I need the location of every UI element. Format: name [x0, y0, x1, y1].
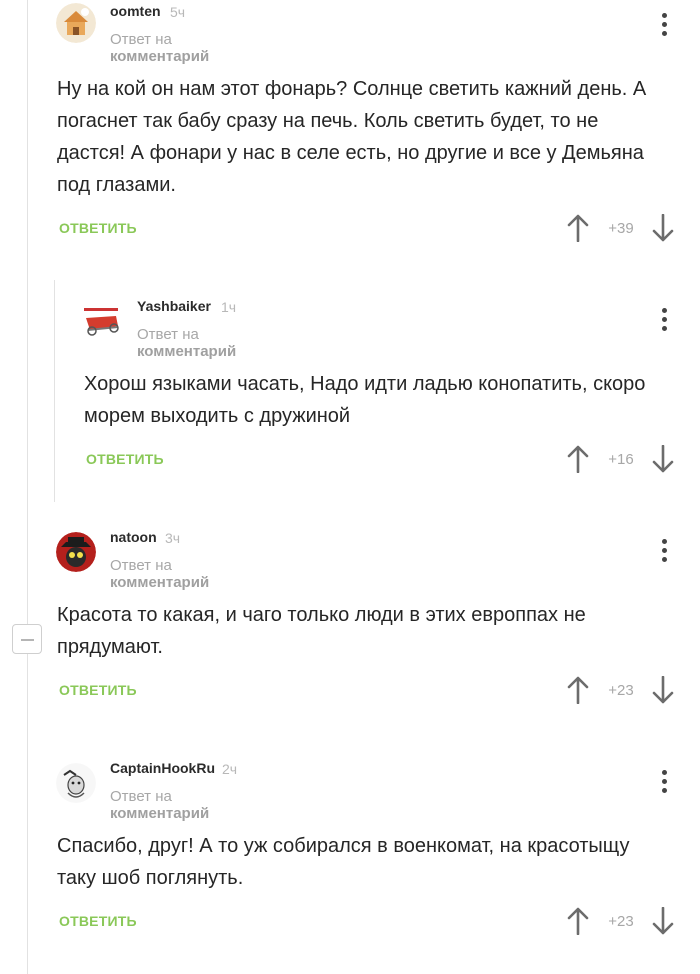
comment-time: 5ч — [170, 4, 186, 20]
upvote-arrow-icon[interactable] — [567, 907, 589, 935]
reply-to-prefix: Ответ на — [137, 326, 199, 343]
comment-text: Ну на кой он нам этот фонарь? Солнце све… — [57, 78, 647, 196]
reply-to-link[interactable]: комментарий — [110, 805, 209, 822]
upvote-arrow-icon[interactable] — [567, 676, 589, 704]
comment-author[interactable]: oomten — [110, 3, 161, 19]
avatar-character-icon — [56, 532, 96, 572]
vote-score: +16 — [608, 451, 634, 468]
comment-author[interactable]: natoon — [110, 529, 157, 545]
thread-line-outer — [27, 0, 28, 974]
comment-text: Спасибо, друг! А то уж собирался в военк… — [57, 835, 630, 889]
avatar — [56, 763, 96, 803]
comment-time: 1ч — [221, 299, 237, 315]
thread-line-nested — [54, 280, 55, 502]
comment-author[interactable]: CaptainHookRu — [110, 760, 215, 776]
downvote-arrow-icon[interactable] — [652, 214, 674, 242]
avatar-house-icon — [56, 3, 96, 43]
downvote-arrow-icon[interactable] — [652, 445, 674, 473]
more-options-icon[interactable] — [656, 10, 672, 40]
downvote-arrow-icon[interactable] — [652, 676, 674, 704]
reply-to-meta: Ответ на комментарий — [110, 788, 209, 822]
avatar — [56, 3, 96, 43]
reply-button[interactable]: ОТВЕТИТЬ — [59, 220, 137, 236]
more-options-icon[interactable] — [656, 305, 672, 335]
vote-score: +23 — [608, 682, 634, 699]
vote-score: +39 — [608, 220, 634, 237]
comment-text: Хорош языками часать, Надо идти ладью ко… — [84, 373, 646, 427]
reply-to-prefix: Ответ на — [110, 788, 172, 805]
collapse-thread-button[interactable] — [12, 624, 42, 654]
downvote-arrow-icon[interactable] — [652, 907, 674, 935]
reply-to-link[interactable]: комментарий — [110, 574, 209, 591]
avatar — [82, 300, 122, 340]
more-options-icon[interactable] — [656, 767, 672, 797]
reply-to-prefix: Ответ на — [110, 557, 172, 574]
avatar-sketch-icon — [56, 763, 96, 803]
comment-time: 2ч — [222, 761, 238, 777]
reply-to-meta: Ответ на комментарий — [137, 326, 236, 360]
avatar-motorcycle-icon — [82, 300, 122, 340]
reply-to-meta: Ответ на комментарий — [110, 557, 209, 591]
reply-button[interactable]: ОТВЕТИТЬ — [86, 451, 164, 467]
vote-score: +23 — [608, 913, 634, 930]
comment-author[interactable]: Yashbaiker — [137, 298, 211, 314]
reply-to-prefix: Ответ на — [110, 31, 172, 48]
more-options-icon[interactable] — [656, 536, 672, 566]
reply-button[interactable]: ОТВЕТИТЬ — [59, 913, 137, 929]
upvote-arrow-icon[interactable] — [567, 445, 589, 473]
reply-to-link[interactable]: комментарий — [137, 343, 236, 360]
reply-button[interactable]: ОТВЕТИТЬ — [59, 682, 137, 698]
reply-to-meta: Ответ на комментарий — [110, 31, 209, 65]
comment-text: Красота то какая, и чаго только люди в э… — [57, 604, 586, 658]
upvote-arrow-icon[interactable] — [567, 214, 589, 242]
avatar — [56, 532, 96, 572]
reply-to-link[interactable]: комментарий — [110, 48, 209, 65]
comment-time: 3ч — [165, 530, 181, 546]
